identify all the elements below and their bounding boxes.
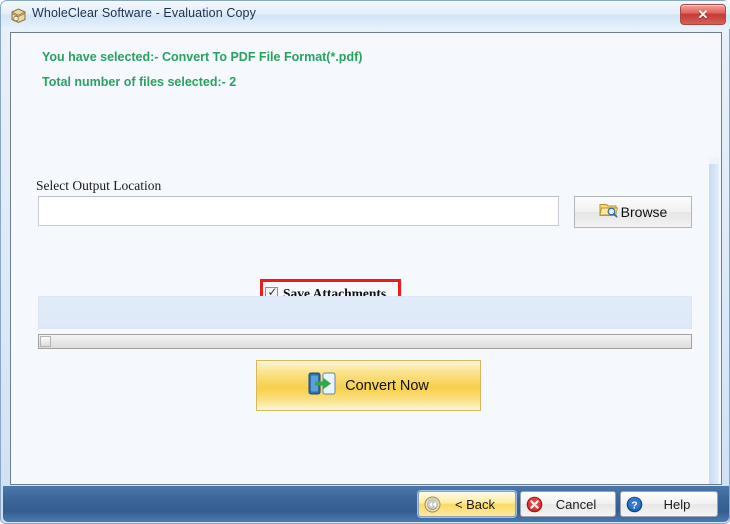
help-button[interactable]: ? Help [620,491,718,517]
file-count-text: Total number of files selected:- 2 [42,75,237,89]
content-area: You have selected:- Convert To PDF File … [10,32,722,485]
close-icon: ✕ [697,7,709,22]
application-window: WholeClear Software - Evaluation Copy ✕ … [0,0,730,524]
rewind-icon [419,496,445,513]
help-circle-icon: ? [621,496,647,513]
window-title: WholeClear Software - Evaluation Copy [32,6,256,20]
footer-bar: < Back Cancel ? Help [3,486,729,522]
convert-now-label: Convert Now [345,377,429,394]
back-button-label: < Back [454,496,496,512]
help-button-label: Help [663,496,691,512]
back-button[interactable]: < Back [418,491,516,517]
scrollbar-thumb[interactable] [40,336,51,347]
cancel-button-label: Cancel [555,496,597,512]
browse-button[interactable]: Browse [574,196,692,228]
horizontal-scrollbar[interactable] [38,334,692,349]
browse-button-label: Browse [620,204,668,220]
output-location-label: Select Output Location [36,178,162,193]
vertical-scrollbar-cap [709,157,719,164]
title-bar: WholeClear Software - Evaluation Copy ✕ [1,1,730,29]
status-panel [38,296,692,329]
cancel-circle-icon [521,496,547,513]
selection-info-text: You have selected:- Convert To PDF File … [42,50,363,64]
vertical-scrollbar-track[interactable] [709,157,719,484]
cancel-button[interactable]: Cancel [520,491,616,517]
convert-now-button[interactable]: Convert Now [256,360,481,411]
close-button[interactable]: ✕ [680,4,726,25]
folder-search-icon [599,201,619,223]
output-location-input[interactable] [38,196,559,226]
convert-arrow-icon [308,371,336,401]
app-box-icon [10,7,27,24]
svg-text:?: ? [631,499,637,511]
